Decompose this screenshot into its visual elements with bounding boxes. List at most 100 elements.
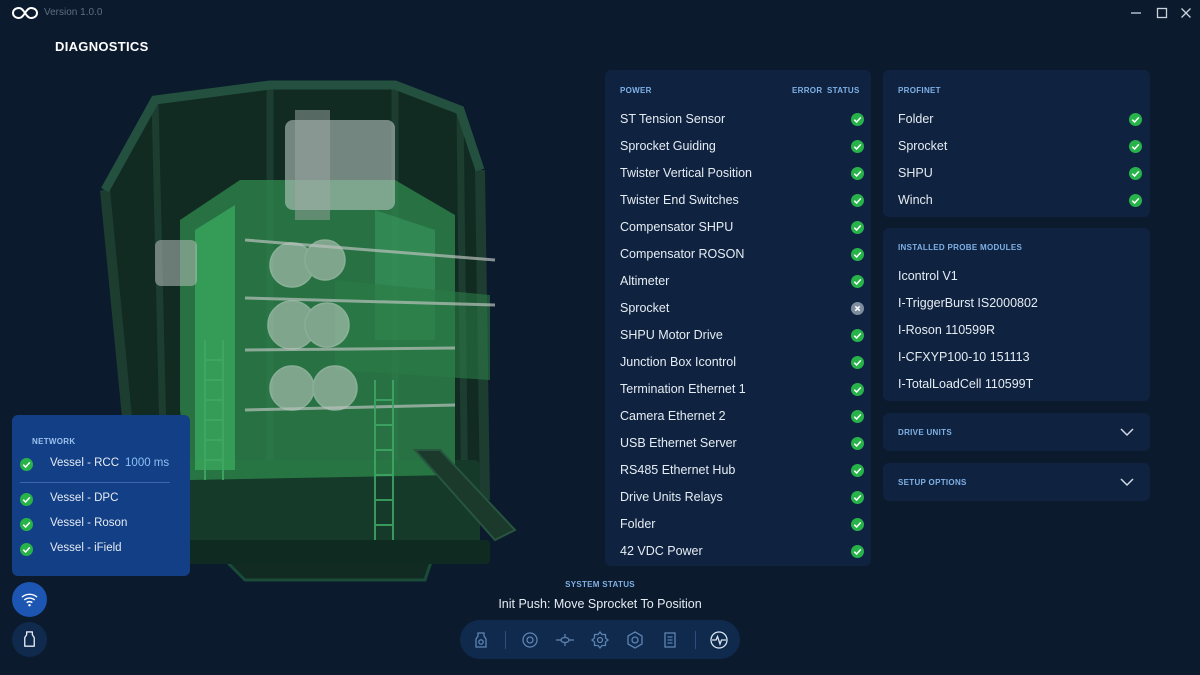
probe-modules-heading: INSTALLED PROBE MODULES (898, 243, 1023, 252)
scroll-icon (664, 632, 676, 648)
maximize-icon (1156, 7, 1168, 19)
status-row: Drive Units Relays (620, 490, 864, 517)
status-row-label: Sprocket (898, 139, 948, 153)
network-item: Vessel - iField (20, 542, 170, 558)
page-title: DIAGNOSTICS (55, 39, 149, 54)
check-icon (851, 167, 864, 180)
status-row: USB Ethernet Server (620, 436, 864, 463)
power-heading: POWER (620, 86, 652, 95)
check-icon (20, 458, 33, 471)
network-item-label: Vessel - DPC (50, 492, 119, 504)
check-icon (1129, 140, 1142, 153)
check-icon (851, 437, 864, 450)
setup-options-accordion[interactable]: SETUP OPTIONS (883, 463, 1150, 501)
drive-units-accordion[interactable]: DRIVE UNITS (883, 413, 1150, 451)
drone-button[interactable] (555, 630, 575, 650)
check-icon (1129, 113, 1142, 126)
toolbar-divider (695, 631, 696, 649)
probe-button[interactable] (471, 630, 491, 650)
status-row-label: Termination Ethernet 1 (620, 382, 746, 396)
network-item-label: Vessel - RCC (50, 457, 120, 469)
check-icon (851, 221, 864, 234)
error-x-icon (851, 302, 864, 315)
network-item: Vessel - DPC (20, 492, 170, 508)
check-icon (20, 493, 33, 506)
status-row-label: Winch (898, 193, 933, 207)
check-icon (851, 140, 864, 153)
status-row: SHPU Motor Drive (620, 328, 864, 355)
status-row-label: USB Ethernet Server (620, 436, 737, 450)
check-icon (851, 356, 864, 369)
check-icon (851, 275, 864, 288)
infinity-logo-icon (12, 6, 38, 20)
profinet-panel: PROFINET Folder Sprocket SHPU Winch (883, 70, 1150, 217)
close-button[interactable] (1178, 5, 1194, 21)
status-row-label: Sprocket (620, 301, 670, 315)
maximize-button[interactable] (1154, 5, 1170, 21)
status-row: Twister End Switches (620, 193, 864, 220)
sprocket-button[interactable] (520, 630, 540, 650)
network-item: Vessel - RCC 1000 ms (20, 457, 170, 473)
check-icon (851, 518, 864, 531)
check-icon (851, 113, 864, 126)
check-icon (20, 543, 33, 556)
status-row: Sprocket (620, 301, 864, 328)
sprocket-icon (522, 632, 538, 648)
probe-module-item: I-CFXYP100-10 151113 (898, 350, 1030, 364)
close-icon (1181, 8, 1191, 18)
check-icon (1129, 167, 1142, 180)
minimize-button[interactable] (1128, 5, 1144, 21)
probe-module-item: I-Roson 110599R (898, 323, 996, 337)
status-row: Folder (620, 517, 864, 544)
chevron-down-icon (1120, 478, 1134, 487)
pulse-icon (710, 631, 728, 649)
system-status-heading: SYSTEM STATUS (565, 580, 635, 589)
bottom-toolbar (460, 620, 740, 659)
status-row-label: Camera Ethernet 2 (620, 409, 726, 423)
chevron-down-icon (1120, 428, 1134, 437)
probe-module-item: I-TotalLoadCell 110599T (898, 377, 1034, 391)
status-row: Junction Box Icontrol (620, 355, 864, 382)
check-icon (851, 383, 864, 396)
status-row-label: Drive Units Relays (620, 490, 723, 504)
minimize-icon (1131, 12, 1141, 14)
status-row: Folder (898, 112, 1142, 139)
toolbar-divider (505, 631, 506, 649)
status-row: Sprocket Guiding (620, 139, 864, 166)
status-row: SHPU (898, 166, 1142, 193)
status-row-label: Altimeter (620, 274, 670, 288)
status-row: 42 VDC Power (620, 544, 864, 571)
power-panel: POWER ERROR STATUS ST Tension Sensor Spro… (605, 70, 871, 566)
status-row-label: Sprocket Guiding (620, 139, 716, 153)
compensator-button[interactable] (625, 630, 645, 650)
version-label: Version 1.0.0 (44, 7, 103, 18)
status-row-label: SHPU (898, 166, 933, 180)
network-item-label: Vessel - iField (50, 542, 122, 554)
error-column-header: ERROR (792, 86, 823, 95)
status-row-label: Twister End Switches (620, 193, 739, 207)
status-row: Termination Ethernet 1 (620, 382, 864, 409)
diagnostics-button[interactable] (709, 630, 729, 650)
log-button[interactable] (660, 630, 680, 650)
probe-module-item: Icontrol V1 (898, 269, 958, 283)
check-icon (20, 518, 33, 531)
status-row: RS485 Ethernet Hub (620, 463, 864, 490)
network-item: Vessel - Roson (20, 517, 170, 533)
notification-button[interactable] (12, 622, 47, 657)
check-icon (851, 491, 864, 504)
check-icon (851, 248, 864, 261)
status-row: Altimeter (620, 274, 864, 301)
latency-value: 1000 ms (125, 457, 170, 469)
check-icon (851, 545, 864, 558)
status-row-label: Twister Vertical Position (620, 166, 752, 180)
status-row-label: SHPU Motor Drive (620, 328, 723, 342)
settings-button[interactable] (590, 630, 610, 650)
drive-units-heading: DRIVE UNITS (898, 428, 952, 437)
status-row-label: Junction Box Icontrol (620, 355, 737, 369)
network-item-label: Vessel - Roson (50, 517, 128, 529)
title-bar: Version 1.0.0 (0, 0, 1200, 26)
status-row-label: 42 VDC Power (620, 544, 703, 558)
probe-icon (475, 632, 487, 648)
check-icon (851, 194, 864, 207)
status-column-header: STATUS (827, 86, 860, 95)
